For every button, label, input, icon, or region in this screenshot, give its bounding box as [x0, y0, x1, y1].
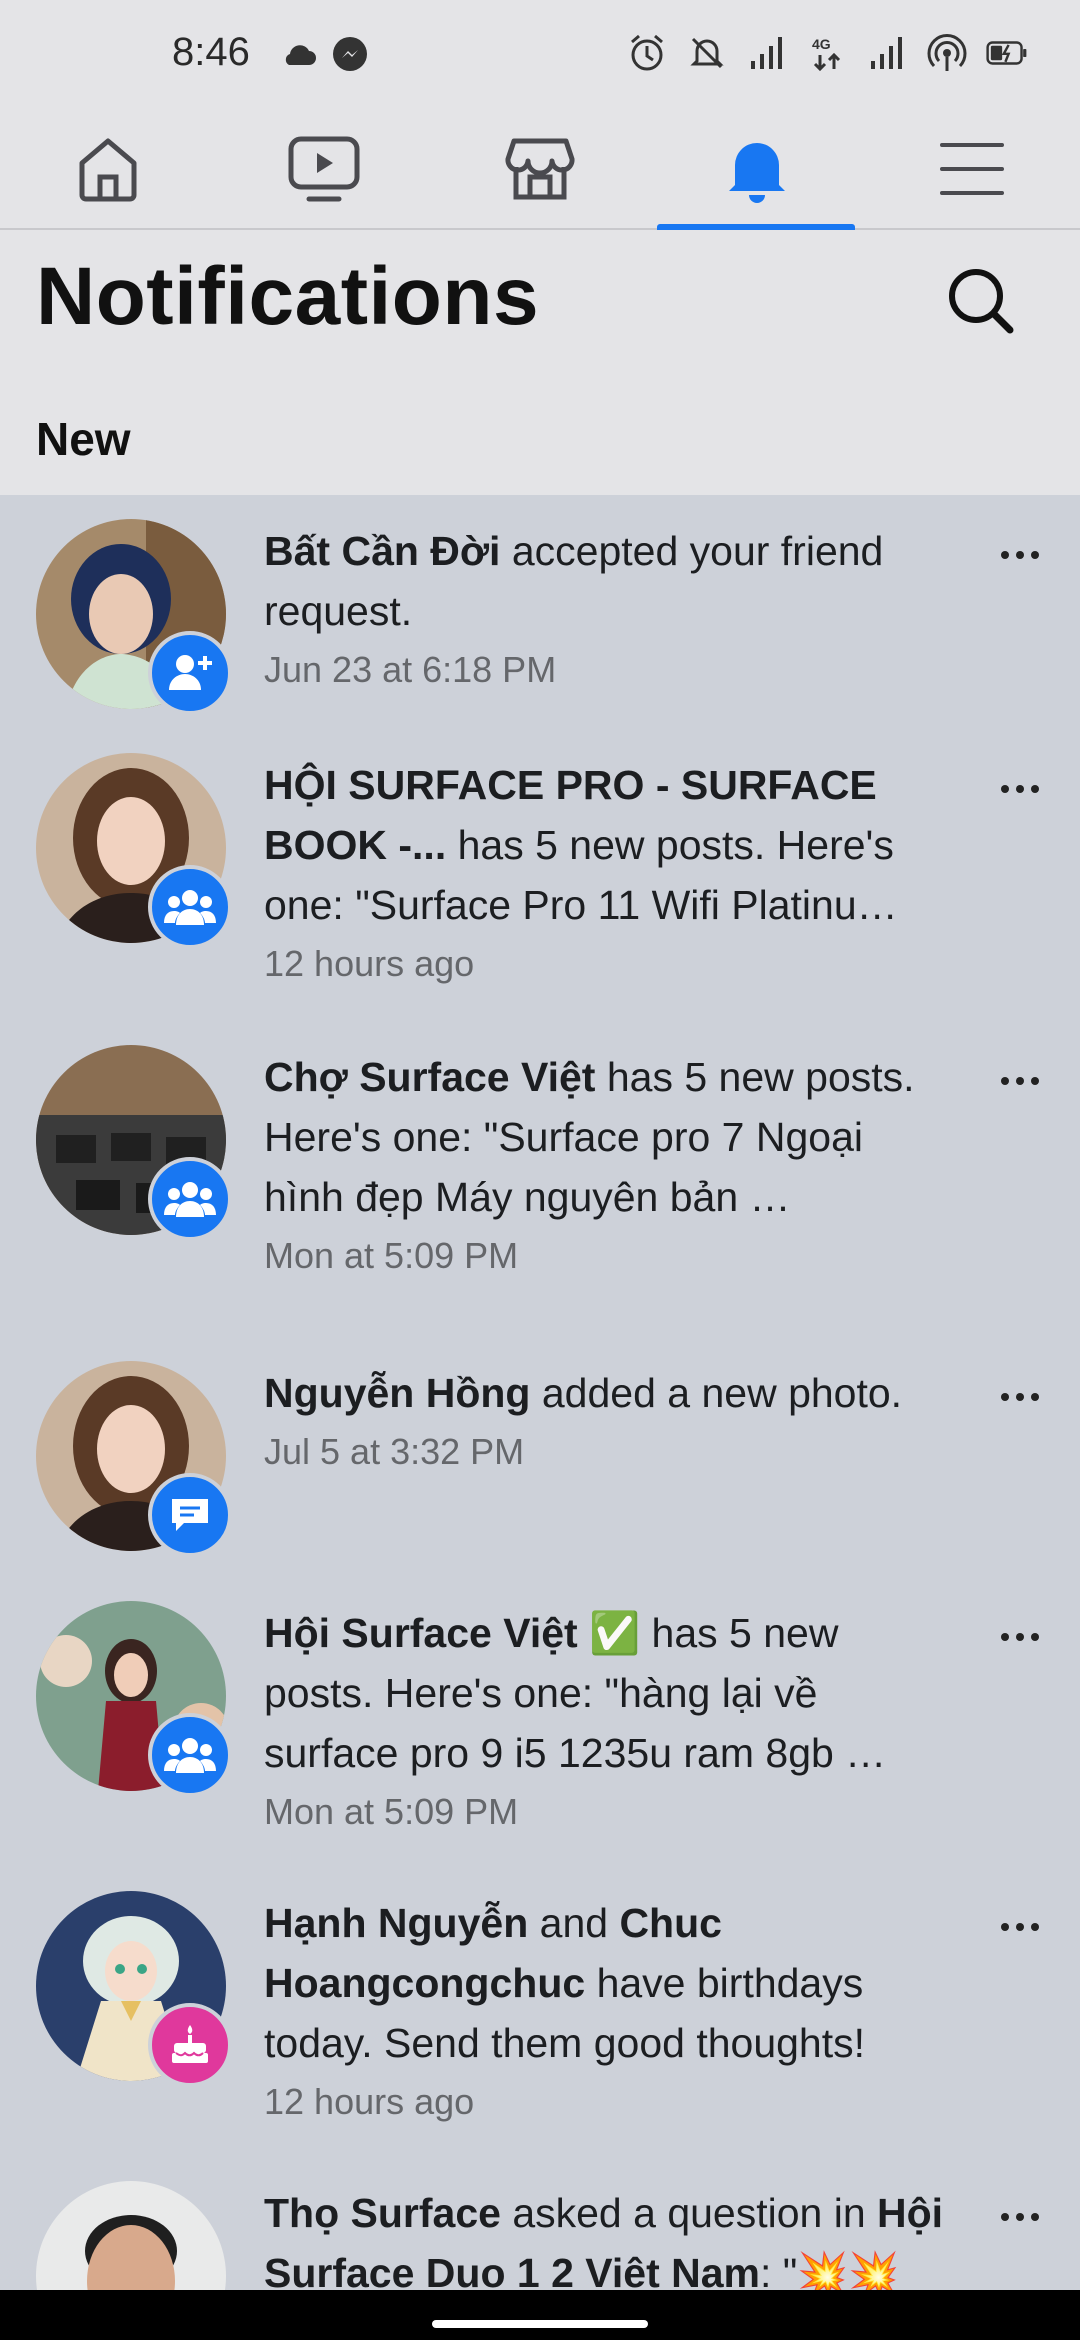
notification-time: Mon at 5:09 PM	[264, 1791, 519, 1832]
signal-icon	[746, 32, 788, 74]
hotspot-icon	[926, 32, 968, 74]
group-icon	[164, 1738, 216, 1773]
home-icon	[79, 138, 137, 202]
notification-text: Nguyễn Hồng added a new photo. Jul 5 at …	[264, 1363, 954, 1481]
more-dots-icon	[1001, 1077, 1039, 1085]
home-indicator[interactable]	[432, 2320, 648, 2328]
notification-time: Mon at 5:09 PM	[264, 1235, 519, 1276]
tab-menu[interactable]	[872, 110, 1072, 228]
group-icon	[164, 890, 216, 925]
messenger-icon	[332, 36, 368, 77]
more-dots-icon	[1001, 785, 1039, 793]
tab-home[interactable]	[8, 110, 208, 228]
more-options-button[interactable]	[985, 2197, 1055, 2237]
notification-item[interactable]: Thọ Surface asked a question in Hội Surf…	[0, 2157, 1080, 2290]
cloud-icon	[280, 41, 316, 72]
notification-text: Bất Cần Đời accepted your friend request…	[264, 521, 954, 699]
status-left-icons	[280, 36, 368, 77]
more-options-button[interactable]	[985, 535, 1055, 575]
more-options-button[interactable]	[985, 1377, 1055, 1417]
notification-time: 12 hours ago	[264, 2081, 475, 2122]
comment-badge	[148, 1473, 232, 1557]
notification-text: Hội Surface Việt ✅ has 5 new posts. Here…	[264, 1603, 954, 1841]
more-options-button[interactable]	[985, 1061, 1055, 1101]
more-dots-icon	[1001, 2213, 1039, 2221]
status-time: 8:46	[172, 30, 250, 74]
notification-item[interactable]: Hạnh Nguyễn and Chuc Hoangcongchuc have …	[0, 1867, 1080, 2157]
comment-icon	[172, 1499, 208, 1531]
more-options-button[interactable]	[985, 1617, 1055, 1657]
search-icon	[949, 269, 1014, 334]
page-title: Notifications	[36, 251, 540, 342]
notification-text: HỘI SURFACE PRO - SURFACE BOOK -... has …	[264, 755, 954, 993]
more-dots-icon	[1001, 551, 1039, 559]
tab-marketplace[interactable]	[440, 110, 640, 228]
notification-item[interactable]: HỘI SURFACE PRO - SURFACE BOOK -... has …	[0, 729, 1080, 1021]
birthday-badge	[148, 2003, 232, 2087]
status-right-icons: 4G	[626, 32, 1028, 74]
more-dots-icon	[1001, 1633, 1039, 1641]
bell-icon	[729, 143, 785, 203]
avatar[interactable]	[36, 2181, 226, 2290]
status-bar: 8:46 4G	[0, 0, 1080, 110]
svg-text:4G: 4G	[812, 36, 831, 52]
group-badge	[148, 1713, 232, 1797]
notification-item[interactable]: Nguyễn Hồng added a new photo. Jul 5 at …	[0, 1337, 1080, 1577]
search-button[interactable]	[940, 260, 1020, 340]
birthday-cake-icon	[172, 2025, 208, 2063]
notification-text: Hạnh Nguyễn and Chuc Hoangcongchuc have …	[264, 1893, 954, 2131]
friend-request-icon	[169, 655, 212, 690]
more-dots-icon	[1001, 1923, 1039, 1931]
more-dots-icon	[1001, 1393, 1039, 1401]
notification-time: Jul 5 at 3:32 PM	[264, 1431, 525, 1472]
notification-time: 12 hours ago	[264, 943, 475, 984]
network-4g-icon: 4G	[806, 32, 848, 74]
group-badge	[148, 1157, 232, 1241]
more-options-button[interactable]	[985, 1907, 1055, 1947]
alarm-icon	[626, 32, 668, 74]
notification-list: Bất Cần Đời accepted your friend request…	[0, 495, 1080, 2290]
video-icon	[288, 136, 360, 202]
group-badge	[148, 865, 232, 949]
notification-text: Chợ Surface Việt has 5 new posts. Here's…	[264, 1047, 954, 1285]
tab-notifications[interactable]	[657, 110, 857, 228]
top-nav-bar	[0, 110, 1080, 230]
more-options-button[interactable]	[985, 769, 1055, 809]
marketplace-icon	[505, 138, 575, 200]
page-header: Notifications	[0, 230, 1080, 360]
friend-request-badge	[148, 631, 232, 715]
notification-time: Jun 23 at 6:18 PM	[264, 649, 557, 690]
section-label-new: New	[36, 413, 131, 465]
system-nav-bar	[0, 2290, 1080, 2340]
battery-icon	[986, 32, 1028, 74]
notification-text: Thọ Surface asked a question in Hội Surf…	[264, 2190, 944, 2290]
notification-item[interactable]: Chợ Surface Việt has 5 new posts. Here's…	[0, 1021, 1080, 1337]
hamburger-menu-icon	[940, 143, 1004, 195]
signal-2-icon	[866, 32, 908, 74]
group-icon	[164, 1182, 216, 1217]
tab-video[interactable]	[224, 110, 424, 228]
mute-bell-icon	[686, 32, 728, 74]
notification-item[interactable]: Hội Surface Việt ✅ has 5 new posts. Here…	[0, 1577, 1080, 1867]
notification-item[interactable]: Bất Cần Đời accepted your friend request…	[0, 495, 1080, 729]
